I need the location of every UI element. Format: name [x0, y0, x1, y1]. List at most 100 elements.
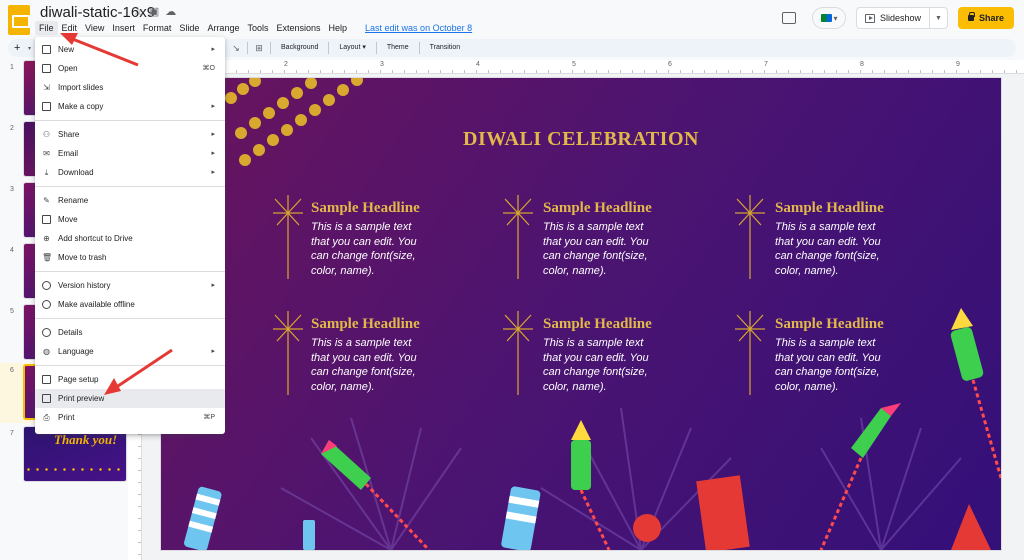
- menu-item-rename[interactable]: ✎ Rename: [35, 191, 225, 210]
- text-block[interactable]: Sample Headline This is a sample text tha…: [311, 200, 511, 278]
- ruler-mark: 2: [284, 61, 288, 68]
- menu-item-move-to-trash[interactable]: 🗑 Move to trash: [35, 248, 225, 267]
- submenu-arrow-icon: ▸: [211, 46, 215, 53]
- text-block[interactable]: Sample Headline This is a sample text tha…: [775, 316, 975, 394]
- body-text[interactable]: This is a sample text that you can edit.…: [775, 336, 893, 394]
- menu-item-label: New: [58, 45, 75, 54]
- slideshow-dropdown-icon[interactable]: ▼: [929, 8, 947, 28]
- menu-edit[interactable]: Edit: [58, 21, 82, 35]
- menu-item-print-preview[interactable]: Print preview: [35, 389, 225, 408]
- headline[interactable]: Sample Headline: [543, 316, 743, 333]
- theme-button[interactable]: Theme: [383, 41, 413, 55]
- meet-camera-icon: [820, 14, 832, 22]
- move-icon: [42, 215, 51, 224]
- ruler-mark: 5: [572, 61, 576, 68]
- menu-item-version-history[interactable]: Version history ▸: [35, 276, 225, 295]
- menu-item-page-setup[interactable]: Page setup: [35, 370, 225, 389]
- chevron-down-icon: ▾: [362, 44, 366, 51]
- slide-number: 4: [10, 247, 14, 254]
- offline-icon: [42, 300, 51, 309]
- cloud-status-icon[interactable]: ☁: [165, 6, 182, 18]
- menu-slide[interactable]: Slide: [175, 21, 203, 35]
- drive-shortcut-icon: ⊕: [43, 234, 50, 243]
- slideshow-button[interactable]: Slideshow ▼: [856, 7, 948, 29]
- new-slide-dropdown-icon[interactable]: ▾: [28, 45, 31, 52]
- comment-history-icon[interactable]: [782, 12, 797, 24]
- slide-number: 5: [10, 308, 14, 315]
- menu-item-label: Add shortcut to Drive: [58, 234, 133, 243]
- menu-item-offline[interactable]: Make available offline: [35, 295, 225, 314]
- text-block[interactable]: Sample Headline This is a sample text tha…: [543, 200, 743, 278]
- menu-item-label: Move: [58, 215, 78, 224]
- transition-button[interactable]: Transition: [426, 41, 464, 55]
- menu-help[interactable]: Help: [325, 21, 352, 35]
- history-icon: [42, 281, 51, 290]
- submenu-arrow-icon: ▸: [211, 150, 215, 157]
- text-block[interactable]: Sample Headline This is a sample text tha…: [543, 316, 743, 394]
- body-text[interactable]: This is a sample text that you can edit.…: [543, 220, 661, 278]
- menu-item-add-shortcut[interactable]: ⊕ Add shortcut to Drive: [35, 229, 225, 248]
- menu-format[interactable]: Format: [139, 21, 176, 35]
- last-edit-link[interactable]: Last edit was on October 8: [361, 21, 476, 35]
- body-text[interactable]: This is a sample text that you can edit.…: [311, 336, 429, 394]
- layout-button[interactable]: Layout ▾: [335, 41, 370, 55]
- meet-button[interactable]: ▾: [812, 7, 847, 29]
- menu-item-language[interactable]: ◍ Language ▸: [35, 342, 225, 361]
- menu-view[interactable]: View: [81, 21, 108, 35]
- new-slide-plus-icon[interactable]: +: [14, 42, 28, 54]
- slide-thumbnail[interactable]: Thank you!: [23, 426, 127, 482]
- menu-item-label: Email: [58, 149, 79, 158]
- headline[interactable]: Sample Headline: [543, 200, 743, 217]
- menu-item-move[interactable]: Move: [35, 210, 225, 229]
- body-text[interactable]: This is a sample text that you can edit.…: [543, 336, 661, 394]
- menu-item-print[interactable]: ⎙ Print ⌘P: [35, 408, 225, 427]
- horizontal-ruler[interactable]: 2 3 4 5 6 7 8 9: [128, 60, 1024, 74]
- menu-item-label: Language: [58, 347, 94, 356]
- slide-canvas[interactable]: DIWALI CELEBRATION Sample Headline This i…: [161, 78, 1001, 550]
- menu-item-make-a-copy[interactable]: Make a copy ▸: [35, 97, 225, 116]
- text-block[interactable]: Sample Headline This is a sample text tha…: [311, 316, 511, 394]
- slide-title[interactable]: DIWALI CELEBRATION: [161, 128, 1001, 151]
- ruler-mark: 3: [380, 61, 384, 68]
- download-icon: ⤓: [44, 168, 49, 177]
- menu-item-email[interactable]: ✉ Email ▸: [35, 144, 225, 163]
- slides-logo[interactable]: [8, 5, 30, 35]
- menu-item-new[interactable]: New ▸: [35, 40, 225, 59]
- menu-extensions[interactable]: Extensions: [272, 21, 324, 35]
- submenu-arrow-icon: ▸: [211, 348, 215, 355]
- headline[interactable]: Sample Headline: [775, 200, 975, 217]
- headline[interactable]: Sample Headline: [775, 316, 975, 333]
- thumbnail-row[interactable]: 7 Thank you!: [0, 426, 128, 484]
- menu-file[interactable]: File: [35, 21, 58, 35]
- menu-item-download[interactable]: ⤓ Download ▸: [35, 163, 225, 182]
- text-block[interactable]: Sample Headline This is a sample text tha…: [775, 200, 975, 278]
- body-text[interactable]: This is a sample text that you can edit.…: [311, 220, 429, 278]
- slideshow-icon: [865, 13, 876, 23]
- menu-item-details[interactable]: Details: [35, 323, 225, 342]
- menu-tools[interactable]: Tools: [243, 21, 272, 35]
- new-slides-icon: [42, 45, 51, 54]
- menu-item-label: Move to trash: [58, 253, 107, 262]
- slide-number: 6: [10, 367, 14, 374]
- menu-item-import-slides[interactable]: ⇲ Import slides: [35, 78, 225, 97]
- print-preview-icon: [42, 394, 51, 403]
- menu-item-open[interactable]: Open ⌘O: [35, 59, 225, 78]
- submenu-arrow-icon: ▸: [211, 131, 215, 138]
- headline[interactable]: Sample Headline: [311, 316, 511, 333]
- body-text[interactable]: This is a sample text that you can edit.…: [775, 220, 893, 278]
- shortcut-label: ⌘O: [202, 65, 215, 72]
- slide-number: 2: [10, 125, 14, 132]
- menu-item-share[interactable]: ⚇ Share ▸: [35, 125, 225, 144]
- slideshow-main[interactable]: Slideshow: [857, 13, 929, 23]
- menu-divider: [35, 365, 225, 366]
- add-comment-icon[interactable]: ⊞: [254, 43, 264, 53]
- background-button[interactable]: Background: [277, 41, 322, 55]
- menu-arrange[interactable]: Arrange: [203, 21, 243, 35]
- trash-icon: 🗑: [42, 253, 53, 262]
- headline[interactable]: Sample Headline: [311, 200, 511, 217]
- share-button[interactable]: Share: [957, 7, 1014, 29]
- move-folder-icon[interactable]: ▣: [149, 6, 165, 18]
- menu-insert[interactable]: Insert: [108, 21, 139, 35]
- star-icon[interactable]: ☆: [133, 6, 149, 18]
- line-tool-icon[interactable]: ↘: [231, 43, 241, 53]
